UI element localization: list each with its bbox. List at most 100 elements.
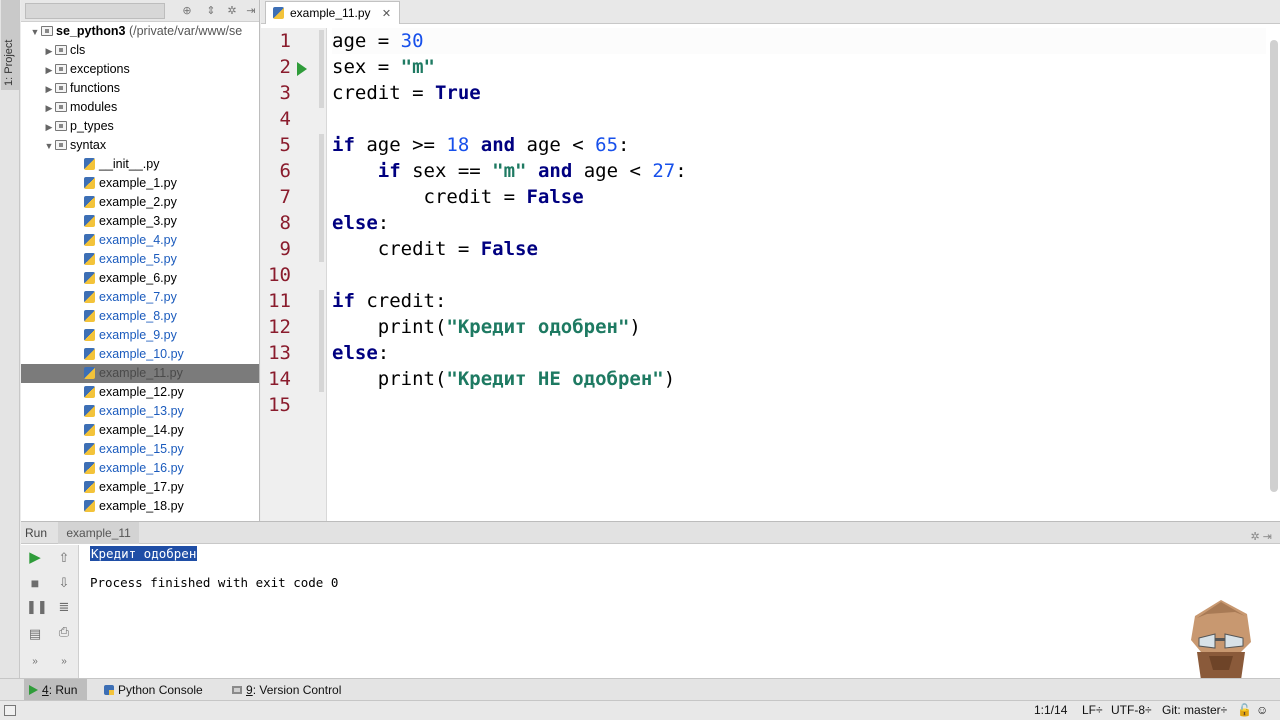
tree-folder[interactable]: ▼ syntax: [21, 136, 259, 155]
left-tool-strip: 1: Project: [0, 0, 20, 678]
chevron-right-icon[interactable]: ▶: [43, 99, 55, 118]
chevron-down-icon[interactable]: ▼: [29, 23, 41, 42]
tool-windows-toggle-icon[interactable]: [4, 705, 16, 716]
code-token: ): [629, 316, 641, 338]
status-bar: 1:1/14 LF÷ UTF-8÷ Git: master÷ 🔓 ☺: [0, 700, 1280, 720]
code-line: sex = "m": [332, 54, 1266, 80]
line-number: 15: [268, 394, 291, 416]
python-file-icon: [84, 177, 95, 189]
soft-wrap-icon[interactable]: ≣: [55, 598, 73, 616]
sync-icon[interactable]: ⊕: [181, 5, 193, 17]
tree-file[interactable]: example_4.py: [21, 231, 259, 250]
tree-file[interactable]: example_1.py: [21, 174, 259, 193]
line-separator[interactable]: LF÷: [1082, 701, 1103, 720]
chevron-right-icon[interactable]: ▶: [43, 61, 55, 80]
project-view-selector[interactable]: [25, 3, 165, 19]
tree-file[interactable]: example_8.py: [21, 307, 259, 326]
gear-icon[interactable]: ✲: [226, 5, 238, 17]
code-token: :: [377, 212, 390, 234]
arrow-up-icon[interactable]: ⇧: [55, 549, 73, 567]
print-icon[interactable]: ⎙: [55, 623, 73, 641]
tree-file[interactable]: example_11.py: [21, 364, 259, 383]
fold-marker[interactable]: [319, 134, 324, 262]
tree-file[interactable]: example_6.py: [21, 269, 259, 288]
tree-file[interactable]: example_10.py: [21, 345, 259, 364]
tree-folder[interactable]: ▶ modules: [21, 98, 259, 117]
line-number: 4: [279, 108, 291, 130]
tree-file[interactable]: example_18.py: [21, 497, 259, 516]
code-token: if: [332, 290, 355, 312]
hide-icon[interactable]: ⇥: [245, 5, 257, 17]
layout-icon[interactable]: ▤: [26, 625, 44, 643]
tree-file-label: example_12.py: [99, 385, 184, 399]
tree-file[interactable]: example_15.py: [21, 440, 259, 459]
run-config-tab[interactable]: example_11: [58, 522, 139, 544]
python-file-icon: [84, 158, 95, 170]
tree-file[interactable]: example_2.py: [21, 193, 259, 212]
tree-file-label: __init__.py: [99, 157, 160, 171]
tree-folder[interactable]: ▶ functions: [21, 79, 259, 98]
tree-folder[interactable]: ▶ p_types: [21, 117, 259, 136]
code-editor[interactable]: age = 30 sex = "m" credit = True if age >= …: [332, 28, 1266, 521]
fold-marker[interactable]: [319, 290, 324, 392]
inspector-icon[interactable]: ☺: [1256, 701, 1268, 720]
python-file-icon: [84, 272, 95, 284]
tree-file[interactable]: example_3.py: [21, 212, 259, 231]
editor-area: example_11.py ✕ 1 2 3 4 5 6 7 8 9 10 11 12 13 14 15 ag…: [261, 0, 1280, 521]
tree-file[interactable]: example_12.py: [21, 383, 259, 402]
more-icon[interactable]: »: [26, 653, 44, 671]
tree-folder[interactable]: ▶ exceptions: [21, 60, 259, 79]
more-icon[interactable]: »: [55, 653, 73, 671]
tab-python-console[interactable]: Python Console: [100, 679, 203, 701]
tree-file-label: example_9.py: [99, 328, 177, 342]
editor-scrollbar[interactable]: [1270, 40, 1278, 492]
code-line: credit = False: [332, 236, 1266, 262]
console-output[interactable]: Кредит одобрен Process finished with exi…: [89, 545, 1280, 678]
tab-run[interactable]: 4: Run: [24, 679, 87, 701]
stop-icon[interactable]: ■: [26, 574, 44, 592]
tree-file[interactable]: example_5.py: [21, 250, 259, 269]
run-gutter-icon[interactable]: [297, 62, 307, 76]
chevron-down-icon[interactable]: ▼: [43, 137, 55, 156]
project-panel: ⊕ ⇕ ✲ ⇥ ▼ se_python3 (/private/var/www/se…: [21, 0, 260, 521]
tree-file[interactable]: example_17.py: [21, 478, 259, 497]
python-file-icon: [84, 386, 95, 398]
tree-folder[interactable]: ▶ cls: [21, 41, 259, 60]
fold-marker[interactable]: [319, 30, 324, 108]
python-file-icon: [84, 405, 95, 417]
tree-file[interactable]: example_9.py: [21, 326, 259, 345]
project-tool-tab[interactable]: 1: Project: [1, 0, 19, 90]
code-line: age = 30: [332, 28, 1266, 54]
run-toolbar: ▶ ⇧ ■ ⇩ ❚❚ ≣ ▤ ⎙ » »: [21, 545, 79, 679]
pause-icon[interactable]: ❚❚: [26, 598, 48, 616]
tree-file[interactable]: example_13.py: [21, 402, 259, 421]
tree-file[interactable]: example_7.py: [21, 288, 259, 307]
file-encoding[interactable]: UTF-8÷: [1111, 701, 1152, 720]
chevron-right-icon[interactable]: ▶: [43, 80, 55, 99]
tree-file[interactable]: example_16.py: [21, 459, 259, 478]
tree-file[interactable]: example_14.py: [21, 421, 259, 440]
git-branch[interactable]: Git: master÷: [1162, 701, 1227, 720]
tab-run-label: : Run: [48, 683, 78, 697]
tree-file[interactable]: __init__.py: [21, 155, 259, 174]
collapse-icon[interactable]: ⇕: [205, 5, 217, 17]
chevron-right-icon[interactable]: ▶: [43, 42, 55, 61]
code-token: False: [480, 238, 538, 260]
folder-icon: [55, 121, 67, 131]
arrow-down-icon[interactable]: ⇩: [55, 574, 73, 592]
rerun-icon[interactable]: ▶: [26, 549, 44, 567]
code-token: True: [434, 82, 481, 104]
tree-folder-label: syntax: [70, 138, 107, 152]
root-name: se_python3: [56, 24, 126, 38]
tree-root[interactable]: ▼ se_python3 (/private/var/www/se: [21, 22, 259, 41]
python-file-icon: [84, 481, 95, 493]
editor-tab[interactable]: example_11.py ✕: [265, 1, 401, 24]
chevron-right-icon[interactable]: ▶: [43, 118, 55, 137]
caret-position[interactable]: 1:1/14: [1034, 701, 1067, 720]
python-file-icon: [84, 367, 95, 379]
close-icon[interactable]: ✕: [382, 8, 391, 20]
lock-icon[interactable]: 🔓: [1237, 701, 1252, 720]
tab-version-control[interactable]: 9: Version Control: [228, 679, 341, 701]
